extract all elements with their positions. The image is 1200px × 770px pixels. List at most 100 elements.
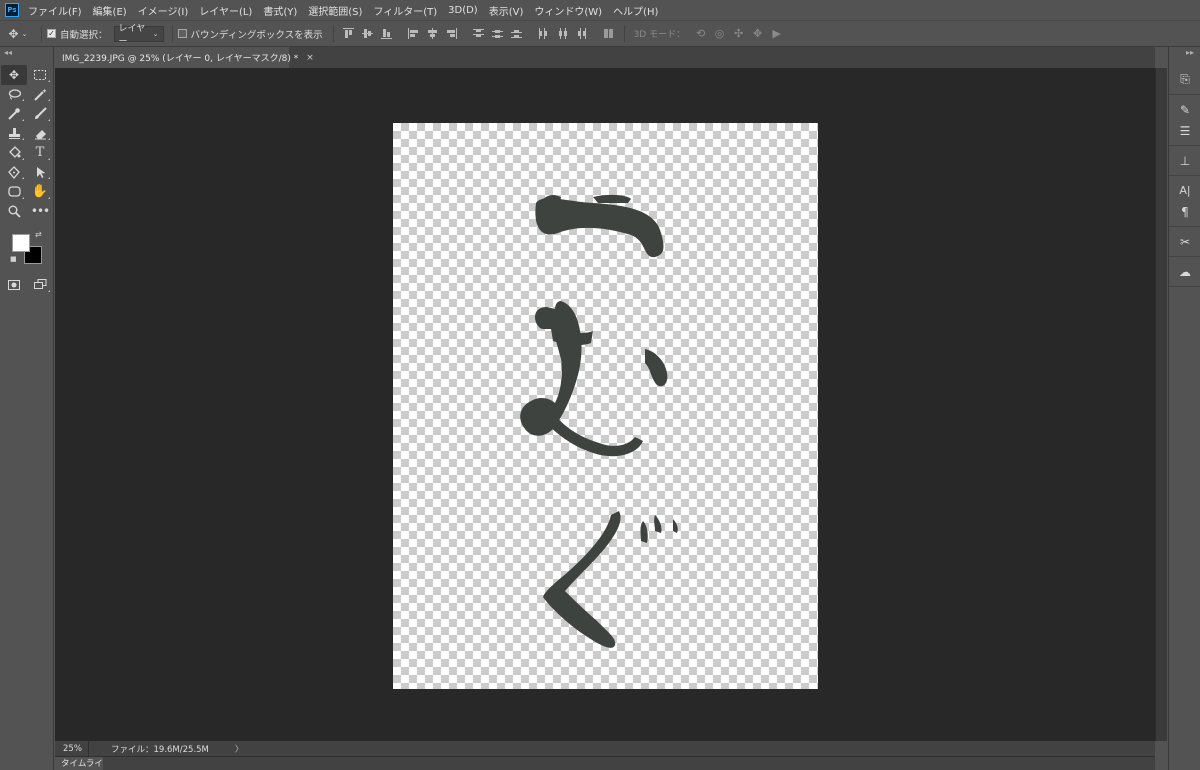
zoom-level-field[interactable]: 25%: [55, 741, 89, 756]
menu-type[interactable]: 書式(Y): [263, 3, 297, 18]
swap-colors-icon[interactable]: ⇄: [35, 230, 42, 239]
distribute-left-button[interactable]: [534, 26, 553, 42]
panel-expand-icon[interactable]: ▸▸: [1169, 47, 1200, 65]
scissors-icon: ✂: [1179, 234, 1191, 249]
move-icon: ✥: [8, 67, 20, 82]
libraries-panel-button[interactable]: ☁: [1169, 261, 1200, 282]
hand-icon: ✋: [31, 184, 49, 200]
zoom-level-value: 25%: [63, 743, 82, 754]
menu-image[interactable]: イメージ(I): [138, 3, 189, 18]
more-tools-button[interactable]: •••: [27, 202, 53, 222]
pen-tool[interactable]: [1, 163, 27, 183]
align-right-button[interactable]: [442, 26, 461, 42]
distribute-right-icon: [577, 28, 586, 39]
menu-3d[interactable]: 3D(D): [448, 5, 478, 16]
align-left-button[interactable]: [404, 26, 423, 42]
zoom-tool[interactable]: [1, 202, 27, 222]
drag-3d-button[interactable]: ✣: [729, 26, 748, 42]
adjustments-panel-button[interactable]: ☰: [1169, 120, 1200, 141]
auto-select-target-value: レイヤー: [118, 23, 146, 47]
tool-presets-button[interactable]: ✂: [1169, 231, 1200, 252]
distribute-bottom-icon: [510, 30, 522, 38]
brush-tool[interactable]: [27, 104, 53, 124]
auto-select-target-dropdown[interactable]: レイヤー ⌄: [113, 24, 164, 47]
eyedropper-tool[interactable]: [1, 104, 27, 124]
panel-collapse-icon[interactable]: ◂◂: [0, 47, 53, 65]
distribute-hcenter-button[interactable]: [553, 26, 572, 42]
menu-edit[interactable]: 編集(E): [93, 3, 127, 18]
roll-3d-button[interactable]: ◎: [710, 26, 729, 42]
chevron-down-icon: ⌄: [21, 29, 28, 38]
auto-align-layers-button[interactable]: [599, 26, 618, 42]
distribute-top-button[interactable]: [469, 26, 488, 42]
sliders-icon: ☰: [1179, 123, 1191, 138]
quick-mask-button[interactable]: [1, 275, 27, 295]
paint-bucket-icon: [8, 146, 21, 159]
auto-select-checkbox[interactable]: ✓: [47, 29, 56, 38]
creative-cloud-icon: ☁: [1179, 264, 1191, 279]
orbit-3d-icon: ⟲: [696, 27, 706, 40]
video-camera-icon: ▶: [772, 27, 781, 40]
menu-layer[interactable]: レイヤー(L): [199, 3, 252, 18]
align-vcenter-button[interactable]: [358, 26, 377, 42]
foreground-color-swatch[interactable]: [12, 234, 30, 252]
eraser-tool[interactable]: [27, 124, 53, 144]
menu-select[interactable]: 選択範囲(S): [308, 3, 362, 18]
lasso-icon: [8, 89, 21, 100]
character-panel-button[interactable]: A|: [1169, 180, 1200, 201]
auto-align-icon: [603, 29, 613, 38]
vertical-scrollbar[interactable]: [1155, 68, 1167, 741]
move-tool[interactable]: ✥: [1, 65, 27, 85]
clone-source-button[interactable]: ⊥: [1169, 150, 1200, 171]
arrow-pointer-icon: [36, 166, 45, 178]
align-top-icon: [342, 28, 354, 38]
photoshop-logo-icon: Ps: [5, 3, 19, 17]
lasso-tool[interactable]: [1, 85, 27, 105]
align-hcenter-icon: [427, 28, 437, 39]
mode-3d-label: 3D モード：: [633, 30, 686, 40]
history-panel-button[interactable]: ⎘: [1169, 69, 1200, 90]
brush-icon: [34, 107, 47, 120]
distribute-vcenter-button[interactable]: [488, 26, 507, 42]
move-tool-preset-picker[interactable]: ✥ ⌄: [0, 21, 36, 46]
align-bottom-button[interactable]: [377, 26, 396, 42]
bounding-box-label: バウンディングボックスを表示: [190, 29, 323, 41]
menu-window[interactable]: ウィンドウ(W): [534, 3, 602, 18]
menu-filter[interactable]: フィルター(T): [373, 3, 437, 18]
align-top-button[interactable]: [339, 26, 358, 42]
shape-tool[interactable]: [1, 182, 27, 202]
chevron-down-icon: ⌄: [152, 29, 159, 38]
magnifier-icon: [8, 205, 21, 218]
timeline-tab[interactable]: タイムライン: [55, 757, 103, 770]
canvas-workspace[interactable]: [55, 68, 1155, 741]
path-selection-tool[interactable]: [27, 163, 53, 183]
menu-view[interactable]: 表示(V): [489, 3, 524, 18]
menu-file[interactable]: ファイル(F): [28, 3, 82, 18]
slide-3d-button[interactable]: ✥: [748, 26, 767, 42]
scale-3d-button[interactable]: ▶: [767, 26, 786, 42]
magic-wand-tool[interactable]: ✦: [27, 85, 53, 105]
marquee-tool[interactable]: [27, 65, 53, 85]
right-panel-dock: ▸▸ ⎘ ✎ ☰ ⊥ A| ¶ ✂ ☁: [1168, 47, 1200, 770]
orbit-3d-button[interactable]: ⟲: [691, 26, 710, 42]
type-tool[interactable]: T: [27, 143, 53, 163]
default-colors-icon[interactable]: ■: [10, 255, 17, 263]
color-swatches: ⇄ ■: [0, 227, 53, 269]
menu-help[interactable]: ヘルプ(H): [613, 3, 658, 18]
slide-3d-icon: ✥: [753, 27, 763, 40]
close-icon[interactable]: ×: [306, 53, 314, 63]
clone-stamp-tool[interactable]: [1, 124, 27, 144]
bounding-box-checkbox[interactable]: [177, 29, 187, 38]
paragraph-panel-button[interactable]: ¶: [1169, 201, 1200, 222]
screen-mode-button[interactable]: [27, 275, 53, 295]
hand-tool[interactable]: ✋: [27, 182, 53, 202]
menu-bar: Ps ファイル(F) 編集(E) イメージ(I) レイヤー(L) 書式(Y) 選…: [0, 0, 1200, 20]
document-tab[interactable]: IMG_2239.JPG @ 25% (レイヤー 0, レイヤーマスク/8) *…: [55, 47, 314, 68]
paint-bucket-tool[interactable]: [1, 143, 27, 163]
distribute-bottom-button[interactable]: [507, 26, 526, 42]
align-hcenter-button[interactable]: [423, 26, 442, 42]
brush-settings-button[interactable]: ✎: [1169, 99, 1200, 120]
document-canvas[interactable]: [393, 123, 818, 689]
status-menu-arrow-icon[interactable]: 〉: [235, 743, 244, 755]
distribute-right-button[interactable]: [572, 26, 591, 42]
